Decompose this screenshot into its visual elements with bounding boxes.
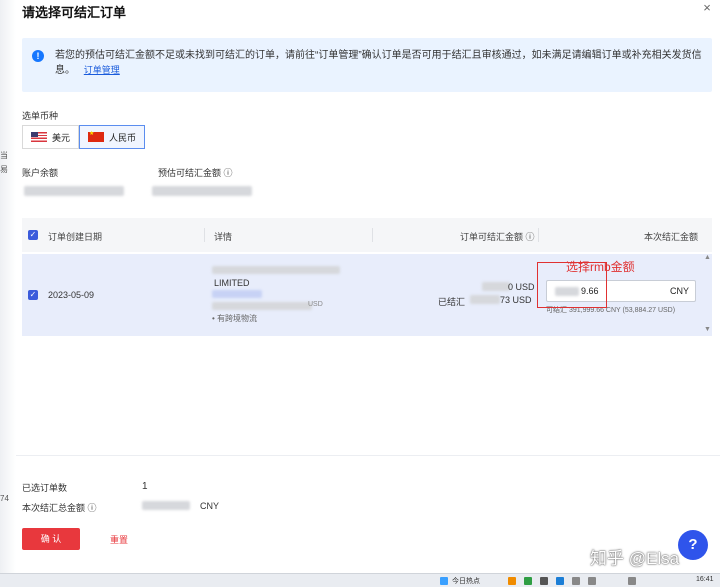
help-button[interactable]: ?: [678, 530, 708, 560]
order-date: 2023-05-09: [48, 290, 95, 300]
redacted-amount: [482, 282, 510, 291]
company-name: LIMITED: [214, 278, 250, 288]
total-currency: CNY: [200, 501, 220, 511]
column-divider: [204, 228, 205, 242]
orders-table: ✓ 订单创建日期 详情 订单可结汇金额 ⓘ 本次结汇金额 ✓ 2023-05-0…: [22, 218, 712, 336]
row-checkbox[interactable]: ✓: [28, 290, 38, 300]
table-header: ✓ 订单创建日期 详情 订单可结汇金额 ⓘ 本次结汇金额: [22, 218, 712, 252]
select-all-checkbox[interactable]: ✓: [28, 230, 38, 240]
settled-label: 已结汇: [438, 297, 466, 307]
scroll-up-icon[interactable]: ▲: [704, 254, 711, 261]
input-method-icon[interactable]: [628, 577, 636, 585]
logistics-tag: • 有跨境物流: [212, 314, 258, 323]
redacted-estimate: [152, 186, 252, 196]
column-divider: [538, 228, 539, 242]
redacted-detail: [212, 266, 340, 274]
taskbar-clock: 16:41: [696, 576, 714, 583]
confirm-button[interactable]: 确 认: [22, 528, 80, 550]
estimate-amount-label: 预估可结汇金额 ⓘ: [158, 168, 233, 178]
network-icon[interactable]: [572, 577, 580, 585]
us-flag-icon: [31, 132, 47, 142]
currency-selector: 美元 人民币: [22, 125, 146, 149]
background-fragment: 易: [0, 165, 8, 174]
available-amount: 0 USD: [508, 282, 535, 292]
currency-option-cny[interactable]: 人民币: [79, 125, 146, 149]
taskbar: 今日热点 16:41: [0, 573, 720, 587]
app-icon[interactable]: [524, 577, 532, 585]
redacted-detail: [212, 302, 312, 310]
settled-amount: 73 USD: [500, 295, 532, 305]
background-fragment: 74: [0, 494, 9, 503]
header-available-amount: 订单可结汇金额 ⓘ: [460, 232, 535, 242]
app-icon[interactable]: [540, 577, 548, 585]
redacted-detail: [212, 290, 262, 298]
column-divider: [372, 228, 373, 242]
redacted-total: [142, 501, 190, 510]
reset-button[interactable]: 重置: [110, 533, 128, 546]
currency-option-usd[interactable]: 美元: [22, 125, 80, 149]
taskbar-news[interactable]: 今日热点: [452, 576, 480, 586]
redacted-amount: [470, 295, 500, 304]
app-icon[interactable]: [508, 577, 516, 585]
header-detail: 详情: [214, 232, 233, 242]
header-settle-amount: 本次结汇金额: [644, 232, 699, 242]
selected-count-label: 已选订单数: [22, 483, 68, 493]
footer-divider: [16, 455, 720, 456]
order-management-link[interactable]: 订单管理: [84, 65, 120, 75]
watermark: 知乎 @Elsa: [590, 549, 680, 568]
detail-usd: USD: [308, 301, 323, 308]
dialog-header: 请选择可结汇订单 ×: [0, 0, 720, 22]
background-fragment: 当: [0, 151, 8, 160]
redacted-balance: [24, 186, 124, 196]
currency-option-label: 人民币: [109, 132, 137, 143]
notice-message: 若您的预估可结汇金额不足或未找到可结汇的订单，请前往“订单管理”确认订单是否可用…: [55, 50, 702, 76]
annotation-text: 选择rmb金额: [566, 260, 635, 274]
settle-amount-currency: CNY: [669, 286, 689, 296]
app-icon[interactable]: [556, 577, 564, 585]
account-balance-label: 账户余额: [22, 168, 59, 178]
notice-text: 若您的预估可结汇金额不足或未找到可结汇的订单，请前往“订单管理”确认订单是否可用…: [55, 48, 705, 78]
news-icon[interactable]: [440, 577, 448, 585]
scroll-down-icon[interactable]: ▼: [704, 326, 711, 333]
header-date: 订单创建日期: [48, 232, 103, 242]
info-icon: !: [32, 50, 44, 62]
selected-count: 1: [142, 481, 148, 492]
currency-label: 选单币种: [22, 111, 59, 121]
dialog-title: 请选择可结汇订单: [22, 5, 127, 20]
notice-banner: ! 若您的预估可结汇金额不足或未找到可结汇的订单，请前往“订单管理”确认订单是否…: [22, 38, 712, 92]
close-icon[interactable]: ×: [700, 1, 714, 15]
cn-flag-icon: [88, 130, 105, 142]
volume-icon[interactable]: [588, 577, 596, 585]
total-amount-label: 本次结汇总金额 ⓘ: [22, 503, 97, 513]
currency-option-label: 美元: [52, 132, 71, 143]
